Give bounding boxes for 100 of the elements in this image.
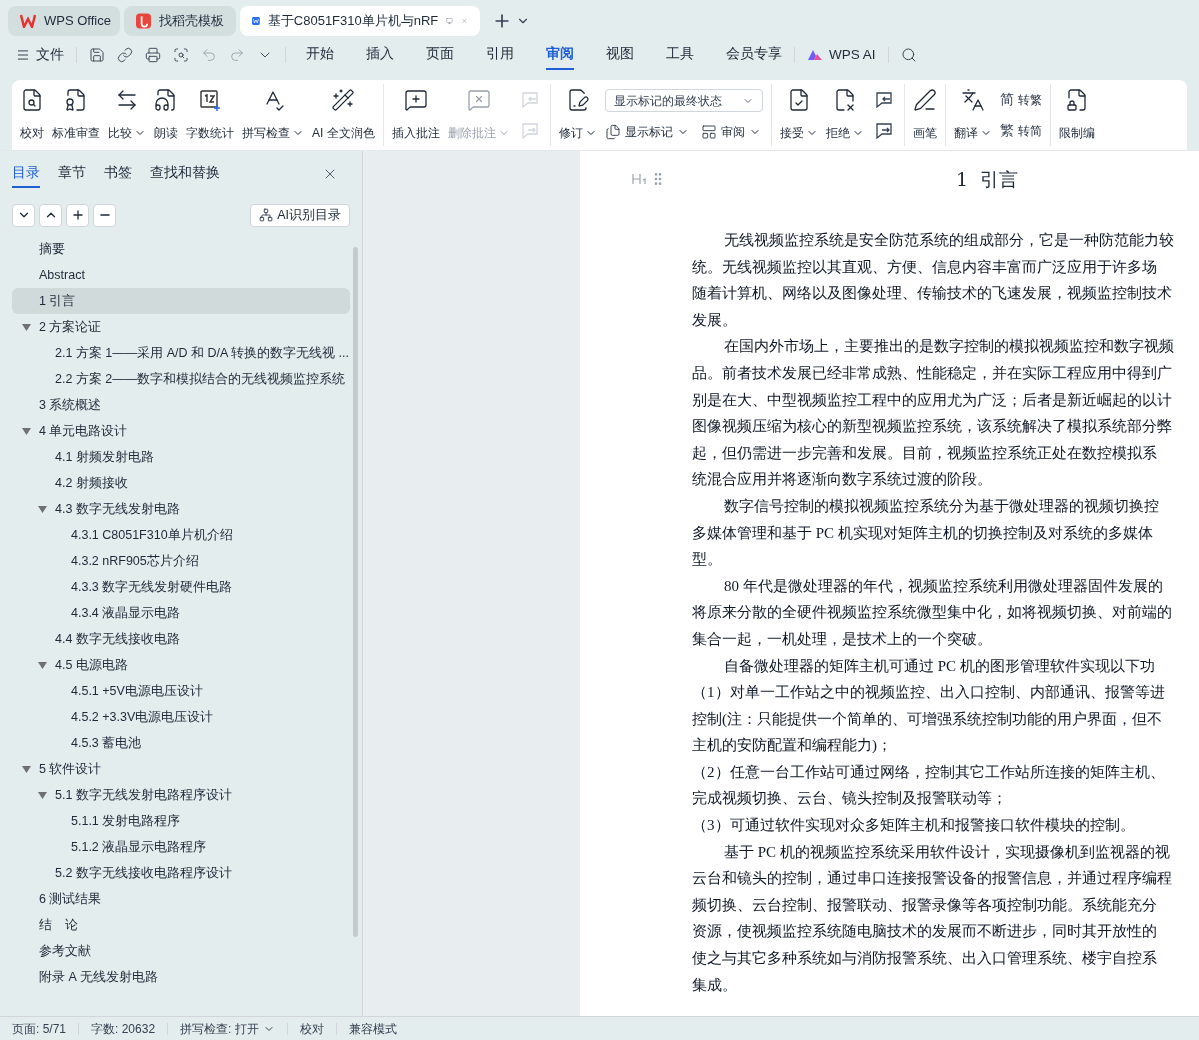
toc-item[interactable]: 结 论 bbox=[12, 912, 350, 938]
tab-title: 基于C8051F310单片机与nRF bbox=[267, 12, 439, 31]
ribbon-button[interactable]: 翻译 bbox=[949, 84, 996, 146]
expand-button[interactable] bbox=[39, 203, 62, 227]
ribbon-button[interactable]: 拼写检查 bbox=[238, 84, 308, 146]
ribbon-button[interactable]: AI 全文润色 bbox=[308, 84, 379, 146]
ribbon-button[interactable]: 插入批注 bbox=[387, 84, 444, 146]
text-line: 在国内外市场上，主要推出的是数字控制的模拟视频监控和数字视频 bbox=[723, 337, 1174, 357]
toc-item[interactable]: 4.3.4 液晶显示电路 bbox=[12, 600, 350, 626]
ribbon-small-button[interactable]: 繁 转简 bbox=[999, 120, 1042, 141]
toc-item[interactable]: 5.1 数字无线发射电路程序设计 bbox=[12, 782, 350, 808]
expanded-triangle-icon[interactable] bbox=[22, 322, 31, 332]
toc-item[interactable]: 4.3.1 C8051F310单片机介绍 bbox=[12, 522, 350, 548]
pen-icon bbox=[912, 88, 937, 112]
status-item[interactable]: 拼写检查: 打开 bbox=[180, 1019, 275, 1038]
toc-item[interactable]: 4.2 射频接收 bbox=[12, 470, 350, 496]
wps-ai-button[interactable]: WPS AI bbox=[807, 44, 876, 66]
ribbon-small-button[interactable]: 简 转繁 bbox=[999, 89, 1042, 110]
toc-item[interactable]: 4.5.1 +5V电源电压设计 bbox=[12, 678, 350, 704]
ribbon-button[interactable]: 标准审查 bbox=[48, 84, 104, 146]
text-line: 主机的安防配置和编程能力)； bbox=[692, 736, 892, 756]
toc-item[interactable]: 1 引言 bbox=[12, 288, 350, 314]
toc-item[interactable]: 附录 A 无线发射电路 bbox=[12, 964, 350, 990]
markup-mode-dropdown[interactable]: 显示标记的最终状态 bbox=[604, 89, 763, 113]
print-preview-icon[interactable] bbox=[173, 47, 189, 63]
expanded-triangle-icon[interactable] bbox=[22, 764, 31, 774]
toc-item[interactable]: 4.3.3 数字无线发射硬件电路 bbox=[12, 574, 350, 600]
read-aloud-icon bbox=[154, 88, 178, 112]
toc-item[interactable]: 4.4 数字无线接收电路 bbox=[12, 626, 350, 652]
pane-tab[interactable]: 查找和替换 bbox=[150, 160, 220, 188]
toc-item[interactable]: 4.5 电源电路 bbox=[12, 652, 350, 678]
ribbon-tab[interactable]: 视图 bbox=[606, 40, 634, 70]
text-line: 云台和镜头的控制，通过串口连接报警设备的报警信息，并通过程序编程 bbox=[692, 869, 1172, 889]
toc-item[interactable]: 2.2 方案 2——数字和模拟结合的无线视频监控系统 bbox=[12, 366, 350, 392]
toc-item[interactable]: 4.5.2 +3.3V电源电压设计 bbox=[12, 704, 350, 730]
expanded-triangle-icon[interactable] bbox=[38, 660, 47, 670]
toc-item[interactable]: 5.1.1 发射电路程序 bbox=[12, 808, 350, 834]
toc-item[interactable]: 摘要 bbox=[12, 236, 350, 262]
collapse-button[interactable] bbox=[12, 203, 35, 227]
ribbon-button[interactable]: 限制编 bbox=[1054, 84, 1099, 146]
ribbon-button[interactable]: 接受 bbox=[775, 84, 822, 146]
toc-item[interactable]: 6 测试结果 bbox=[12, 886, 350, 912]
expanded-triangle-icon[interactable] bbox=[38, 790, 47, 800]
ribbon-tab[interactable]: 插入 bbox=[366, 40, 394, 70]
ribbon-small-button[interactable]: 显示标记 bbox=[604, 122, 689, 141]
pane-tab[interactable]: 目录 bbox=[12, 160, 40, 188]
document-badge-icon bbox=[64, 88, 88, 112]
ai-toc-button[interactable]: AI识别目录 bbox=[250, 203, 350, 227]
file-menu[interactable]: 文件 bbox=[16, 44, 64, 66]
toc-item[interactable]: 4.5.3 蓄电池 bbox=[12, 730, 350, 756]
ribbon-button[interactable]: 修订 bbox=[554, 84, 601, 146]
window-tab[interactable]: WPS Office bbox=[8, 6, 120, 36]
tab-title: 找稻壳模板 bbox=[159, 12, 224, 31]
toc-item[interactable]: 2 方案论证 bbox=[12, 314, 350, 340]
window-tab[interactable]: 基于C8051F310单片机与nRF bbox=[240, 6, 480, 36]
ribbon-tab[interactable]: 页面 bbox=[426, 40, 454, 70]
ribbon-tab[interactable]: 会员专享 bbox=[726, 40, 782, 70]
ribbon-button[interactable]: 校对 bbox=[16, 84, 48, 146]
hierarchy-icon bbox=[259, 208, 274, 222]
toc-item[interactable]: 4.1 射频发射电路 bbox=[12, 444, 350, 470]
demote-button[interactable] bbox=[93, 203, 116, 227]
toc-item[interactable]: 3 系统概述 bbox=[12, 392, 350, 418]
toc-item[interactable]: 4 单元电路设计 bbox=[12, 418, 350, 444]
ribbon-button[interactable]: 朗读 bbox=[150, 84, 182, 146]
ribbon-small-button[interactable]: 审阅 bbox=[700, 122, 761, 141]
translate-icon bbox=[960, 88, 985, 112]
text-line: 统。无线视频监控以其直观、方便、信息内容丰富而广泛应用于许多场 bbox=[692, 257, 1157, 277]
link-icon[interactable] bbox=[117, 47, 133, 63]
expanded-triangle-icon[interactable] bbox=[38, 504, 47, 514]
toc-item[interactable]: 4.3 数字无线发射电路 bbox=[12, 496, 350, 522]
scrollbar[interactable] bbox=[353, 247, 358, 937]
toc-item[interactable]: 参考文献 bbox=[12, 938, 350, 964]
ribbon-button[interactable]: 比较 bbox=[104, 84, 150, 146]
toc-item[interactable]: 5 软件设计 bbox=[12, 756, 350, 782]
ribbon-tab[interactable]: 引用 bbox=[486, 40, 514, 70]
script-convert-icon: 繁 bbox=[999, 120, 1014, 141]
pane-tab[interactable]: 书签 bbox=[104, 160, 132, 188]
toc-item[interactable]: 5.1.2 液晶显示电路程序 bbox=[12, 834, 350, 860]
toc-item[interactable]: Abstract bbox=[12, 262, 350, 288]
expanded-triangle-icon[interactable] bbox=[22, 426, 31, 436]
ribbon-button[interactable]: 画笔 bbox=[908, 84, 941, 146]
promote-button[interactable] bbox=[66, 203, 89, 227]
ribbon-button[interactable]: 字数统计 bbox=[182, 84, 238, 146]
toc-item[interactable]: 4.3.2 nRF905芯片介绍 bbox=[12, 548, 350, 574]
ribbon-button[interactable]: 拒绝 bbox=[821, 84, 868, 146]
ribbon-tab[interactable]: 工具 bbox=[666, 40, 694, 70]
search-icon[interactable] bbox=[900, 47, 917, 63]
pane-tab[interactable]: 章节 bbox=[58, 160, 86, 188]
text-line: 起，但仍需进一步完善和发展。目前，视频监控系统正处在数控模拟系 bbox=[692, 443, 1157, 463]
text-line: 使之与其它多种系统如与消防报警系统、出入口管理系统、楼宇自控系 bbox=[692, 949, 1157, 969]
ribbon-tab[interactable]: 开始 bbox=[306, 40, 334, 70]
plus-icon bbox=[70, 208, 85, 222]
text-line: 数字信号控制的模拟视频监控系统分为基于微处理器的视频切换控 bbox=[723, 496, 1159, 516]
toc-item[interactable]: 2.1 方案 1——采用 A/D 和 D/A 转换的数字无线视 ... bbox=[12, 340, 350, 366]
ribbon-tab[interactable]: 审阅 bbox=[546, 40, 574, 70]
window-tab[interactable]: 找稻壳模板 bbox=[124, 6, 236, 36]
toc-item[interactable]: 5.2 数字无线接收电路程序设计 bbox=[12, 860, 350, 886]
tab-title: WPS Office bbox=[44, 12, 111, 31]
print-icon[interactable] bbox=[145, 47, 161, 63]
save-icon[interactable] bbox=[89, 47, 105, 63]
